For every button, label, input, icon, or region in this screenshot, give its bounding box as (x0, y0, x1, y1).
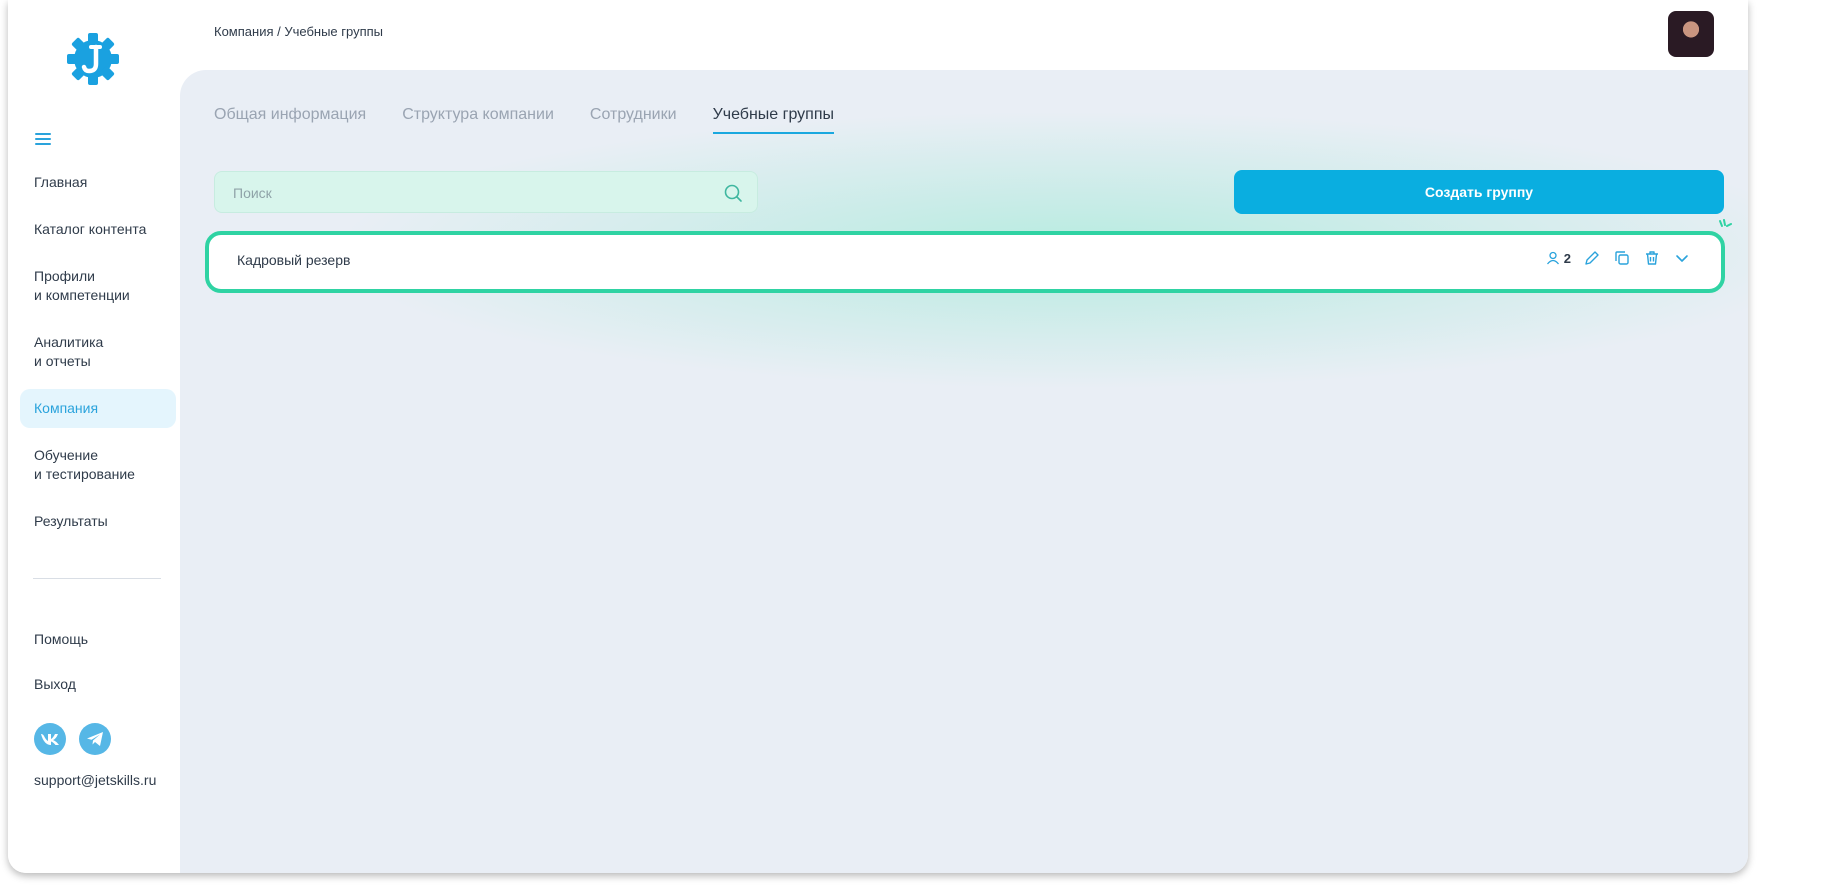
logout-link[interactable]: Выход (34, 676, 76, 692)
sidebar: Главная Каталог контента Профили и компе… (8, 0, 180, 873)
sidebar-item-profiles[interactable]: Профили и компетенции (20, 257, 176, 315)
search-input[interactable] (231, 172, 715, 214)
sidebar-item-company[interactable]: Компания (20, 389, 176, 428)
main-panel: Общая информация Структура компании Сотр… (180, 70, 1748, 873)
sidebar-item-learning[interactable]: Обучение и тестирование (20, 436, 176, 494)
sidebar-item-results[interactable]: Результаты (20, 502, 176, 541)
tab-general-info[interactable]: Общая информация (214, 106, 366, 134)
tab-study-groups[interactable]: Учебные группы (712, 106, 835, 134)
sidebar-divider (33, 578, 161, 579)
tab-company-structure[interactable]: Структура компании (402, 106, 554, 134)
search-box (214, 171, 758, 214)
sparkle-icon (1719, 219, 1732, 227)
avatar[interactable] (1668, 11, 1714, 57)
edit-icon[interactable] (1583, 249, 1601, 267)
sidebar-item-home[interactable]: Главная (20, 163, 176, 202)
search-icon[interactable] (723, 183, 743, 203)
chevron-down-icon[interactable] (1673, 249, 1691, 267)
group-actions: 2 (1546, 249, 1691, 267)
group-title: Кадровый резерв (237, 252, 351, 268)
menu-toggle-icon[interactable] (35, 133, 51, 147)
logo-gear-icon[interactable] (63, 29, 123, 89)
sidebar-item-catalog[interactable]: Каталог контента (20, 210, 176, 249)
trash-icon[interactable] (1643, 249, 1661, 267)
tab-employees[interactable]: Сотрудники (590, 106, 677, 134)
group-row[interactable]: Кадровый резерв 2 (205, 231, 1725, 293)
breadcrumb: Компания / Учебные группы (214, 24, 383, 39)
members-count: 2 (1546, 251, 1571, 266)
copy-icon[interactable] (1613, 249, 1631, 267)
create-group-button[interactable]: Создать группу (1234, 170, 1724, 214)
help-link[interactable]: Помощь (34, 631, 88, 647)
members-count-value: 2 (1563, 250, 1571, 266)
app-window: Главная Каталог контента Профили и компе… (8, 0, 1748, 873)
sidebar-nav: Главная Каталог контента Профили и компе… (20, 163, 176, 549)
tabs: Общая информация Структура компании Сотр… (214, 106, 835, 134)
support-email[interactable]: support@jetskills.ru (34, 772, 156, 788)
sidebar-item-analytics[interactable]: Аналитика и отчеты (20, 323, 176, 381)
vk-icon[interactable] (34, 723, 66, 755)
telegram-icon[interactable] (79, 723, 111, 755)
user-icon (1546, 251, 1559, 265)
